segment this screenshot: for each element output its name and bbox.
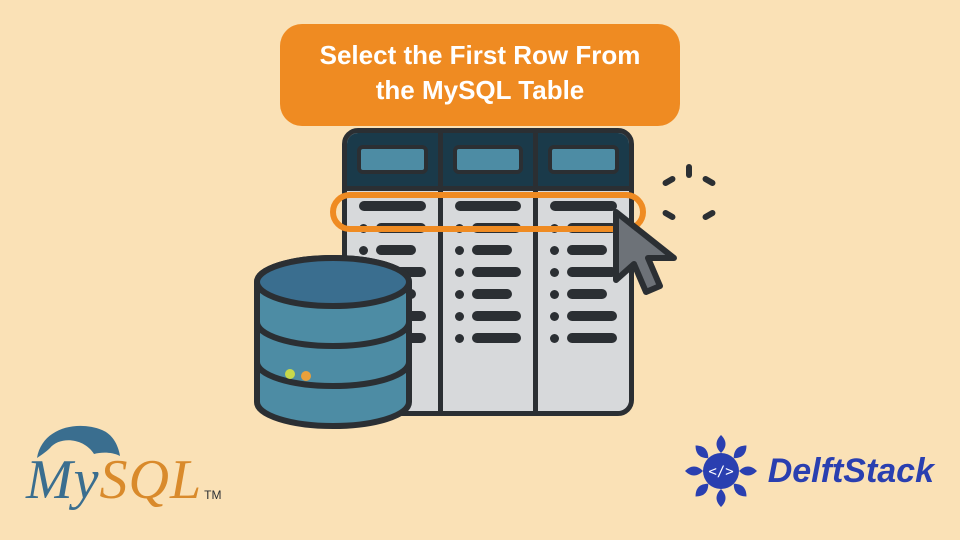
- table-row: [455, 289, 522, 299]
- table-row: [550, 245, 617, 255]
- delftstack-logo: </> DelftStack: [682, 432, 934, 510]
- table-header-cell: [443, 133, 539, 186]
- table-row: [550, 289, 617, 299]
- cursor-icon: [610, 208, 694, 304]
- table-row: [455, 311, 522, 321]
- table-header: [347, 133, 629, 191]
- table-row: [455, 267, 522, 277]
- delftstack-wordmark: DelftStack: [768, 452, 934, 491]
- mysql-logo: MySQL TM: [26, 448, 221, 512]
- table-header-cell: [538, 133, 629, 186]
- svg-text:</>: </>: [708, 464, 733, 480]
- table-row: [455, 245, 522, 255]
- mysql-dolphin-icon: [32, 418, 122, 468]
- table-row: [455, 333, 522, 343]
- mysql-tm: TM: [204, 488, 221, 502]
- title-banner: Select the First Row From the MySQL Tabl…: [280, 24, 680, 126]
- table-row: [550, 267, 617, 277]
- table-row: [550, 333, 617, 343]
- table-row: [550, 311, 617, 321]
- database-cylinder-icon: [248, 254, 418, 444]
- delftstack-badge-icon: </>: [682, 432, 760, 510]
- title-text: Select the First Row From the MySQL Tabl…: [320, 40, 641, 105]
- table-header-cell: [347, 133, 443, 186]
- first-row-highlight-icon: [330, 192, 646, 232]
- illustration: [310, 128, 650, 438]
